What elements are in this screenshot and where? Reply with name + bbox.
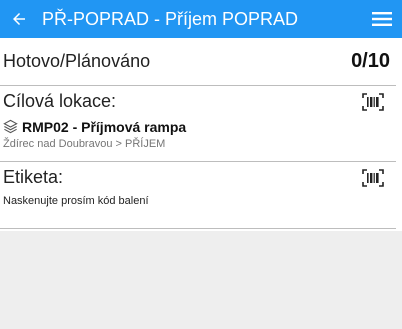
label-section: Etiketa: Naskenujte prosím kód balení xyxy=(0,162,396,229)
hamburger-menu-icon xyxy=(372,12,392,26)
progress-row: Hotovo/Plánováno 0/10 xyxy=(0,38,396,86)
location-name: RMP02 - Příjmová rampa xyxy=(22,119,187,135)
progress-value: 0/10 xyxy=(351,50,390,72)
layers-icon xyxy=(3,119,19,135)
target-location-section: Cílová lokace: RMP02 - Příjmová rampa Žd… xyxy=(0,86,396,162)
location-path: Ždírec nad Doubravou > PŘÍJEM xyxy=(3,138,166,150)
back-button[interactable] xyxy=(0,0,38,38)
app-bar: PŘ-POPRAD - Příjem POPRAD xyxy=(0,0,402,38)
progress-label: Hotovo/Plánováno xyxy=(3,51,151,71)
menu-button[interactable] xyxy=(362,0,402,38)
arrow-left-icon xyxy=(13,13,25,25)
label-field-label: Etiketa: xyxy=(3,167,64,187)
scan-hint: Naskenujte prosím kód balení xyxy=(3,195,149,207)
page-title: PŘ-POPRAD - Příjem POPRAD xyxy=(42,8,299,29)
barcode-scan-icon xyxy=(362,93,384,111)
label-scan-button[interactable] xyxy=(360,167,386,189)
location-scan-button[interactable] xyxy=(360,91,386,113)
barcode-scan-icon xyxy=(362,169,384,187)
target-location-label: Cílová lokace: xyxy=(3,91,117,111)
main-content: Hotovo/Plánováno 0/10 Cílová lokace: RMP… xyxy=(0,38,402,231)
